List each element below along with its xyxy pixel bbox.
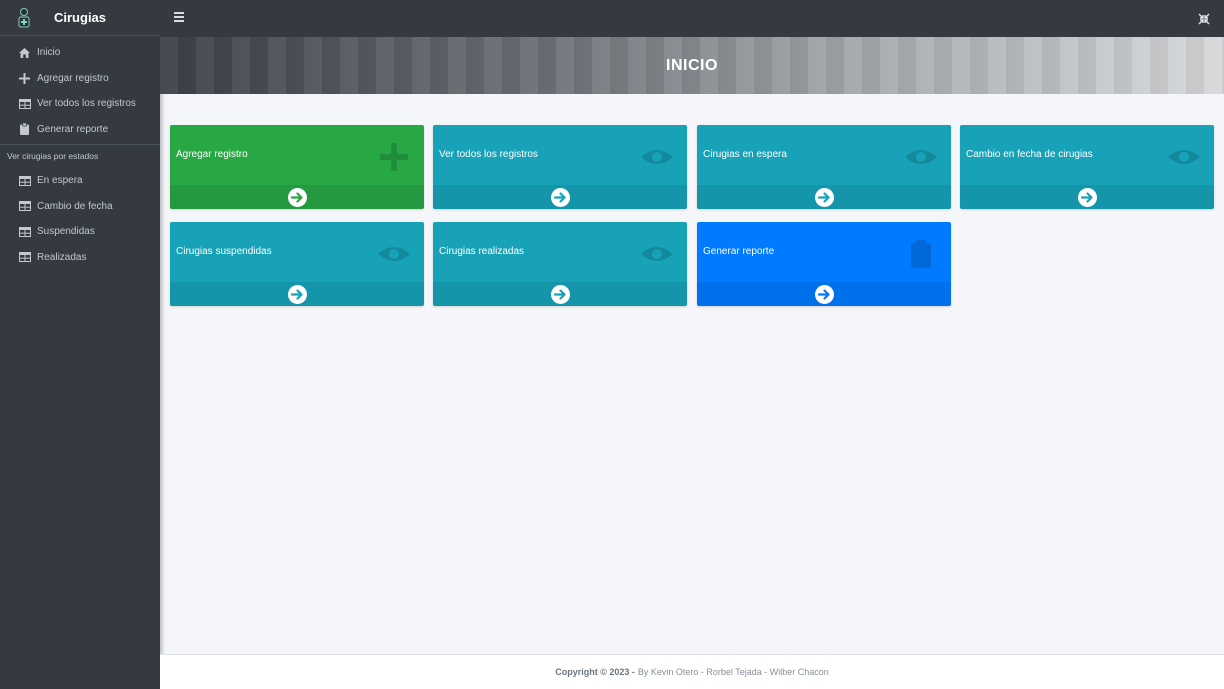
sidebar-item-suspendidas[interactable]: Suspendidas — [0, 219, 160, 245]
sidebar: Cirugias Inicio Agregar registro Ver tod… — [0, 0, 160, 689]
sidebar-item-cambio-de-fecha[interactable]: Cambio de fecha — [0, 194, 160, 220]
authors-text: By Kevin Otero - Rorbel Tejada - Wilber … — [637, 667, 829, 677]
arrow-right-icon — [550, 187, 570, 207]
clipboard-icon — [903, 240, 939, 268]
card-cambio-en-fecha[interactable]: Cambio en fecha de cirugias — [960, 125, 1214, 209]
card-cirugias-suspendidas[interactable]: Cirugias suspendidas — [170, 222, 424, 306]
sidebar-item-label: Inicio — [37, 47, 61, 59]
sidebar-item-label: Agregar registro — [37, 72, 109, 84]
card-footer[interactable] — [433, 282, 687, 306]
fullscreen-icon[interactable] — [1198, 12, 1210, 25]
eye-icon — [639, 240, 675, 268]
arrow-right-icon — [287, 284, 307, 304]
table-icon — [18, 97, 31, 110]
sidebar-item-generar-reporte[interactable]: Generar reporte — [0, 117, 160, 143]
plus-icon — [376, 143, 412, 171]
card-agregar-registro[interactable]: Agregar registro — [170, 125, 424, 209]
sidebar-item-ver-todos[interactable]: Ver todos los registros — [0, 91, 160, 117]
eye-icon — [903, 143, 939, 171]
card-ver-todos[interactable]: Ver todos los registros — [433, 125, 687, 209]
card-footer[interactable] — [960, 185, 1214, 209]
card-label: Cirugias en espera — [703, 149, 787, 160]
sidebar-section-header: Ver cirugias por estados — [0, 144, 160, 168]
hero-banner: INICIO — [160, 37, 1224, 94]
sidebar-item-label: Cambio de fecha — [37, 200, 113, 212]
sidebar-item-label: Generar reporte — [37, 123, 109, 135]
card-label: Agregar registro — [176, 149, 248, 160]
doctor-logo-icon — [16, 7, 32, 29]
brand[interactable]: Cirugias — [0, 0, 160, 36]
arrow-right-icon — [1077, 187, 1097, 207]
copyright-text: Copyright © 2023 - — [555, 667, 635, 677]
sidebar-item-inicio[interactable]: Inicio — [0, 40, 160, 66]
table-icon — [18, 251, 31, 264]
clipboard-icon — [18, 123, 31, 136]
card-cirugias-en-espera[interactable]: Cirugias en espera — [697, 125, 951, 209]
card-generar-reporte[interactable]: Generar reporte — [697, 222, 951, 306]
table-icon — [18, 200, 31, 213]
sidebar-item-en-espera[interactable]: En espera — [0, 168, 160, 194]
topbar — [160, 0, 1224, 37]
eye-icon — [376, 240, 412, 268]
plus-icon — [18, 72, 31, 85]
card-label: Generar reporte — [703, 246, 775, 257]
card-footer[interactable] — [697, 282, 951, 306]
home-icon — [18, 46, 31, 59]
arrow-right-icon — [814, 187, 834, 207]
brand-title: Cirugias — [54, 10, 107, 25]
sidebar-item-label: Suspendidas — [37, 226, 95, 238]
card-footer[interactable] — [170, 282, 424, 306]
sidebar-nav: Inicio Agregar registro Ver todos los re… — [0, 36, 160, 142]
card-footer[interactable] — [433, 185, 687, 209]
card-label: Cirugias realizadas — [439, 246, 525, 257]
sidebar-item-agregar-registro[interactable]: Agregar registro — [0, 66, 160, 92]
card-cirugias-realizadas[interactable]: Cirugias realizadas — [433, 222, 687, 306]
sidebar-item-label: En espera — [37, 175, 83, 187]
table-icon — [18, 225, 31, 238]
sidebar-status-nav: En espera Cambio de fecha Suspendidas Re… — [0, 168, 160, 270]
card-footer[interactable] — [697, 185, 951, 209]
arrow-right-icon — [550, 284, 570, 304]
eye-icon — [639, 143, 675, 171]
card-label: Cirugias suspendidas — [176, 246, 272, 257]
hamburger-menu-icon[interactable] — [174, 12, 184, 22]
page-title: INICIO — [666, 56, 718, 74]
card-footer[interactable] — [170, 185, 424, 209]
sidebar-item-label: Ver todos los registros — [37, 98, 136, 110]
table-icon — [18, 174, 31, 187]
sidebar-item-label: Realizadas — [37, 251, 87, 263]
card-label: Cambio en fecha de cirugias — [966, 149, 1093, 160]
sidebar-item-realizadas[interactable]: Realizadas — [0, 245, 160, 271]
arrow-right-icon — [814, 284, 834, 304]
eye-icon — [1166, 143, 1202, 171]
page-footer: Copyright © 2023 - By Kevin Otero - Rorb… — [160, 654, 1224, 689]
arrow-right-icon — [287, 187, 307, 207]
card-label: Ver todos los registros — [439, 149, 538, 160]
